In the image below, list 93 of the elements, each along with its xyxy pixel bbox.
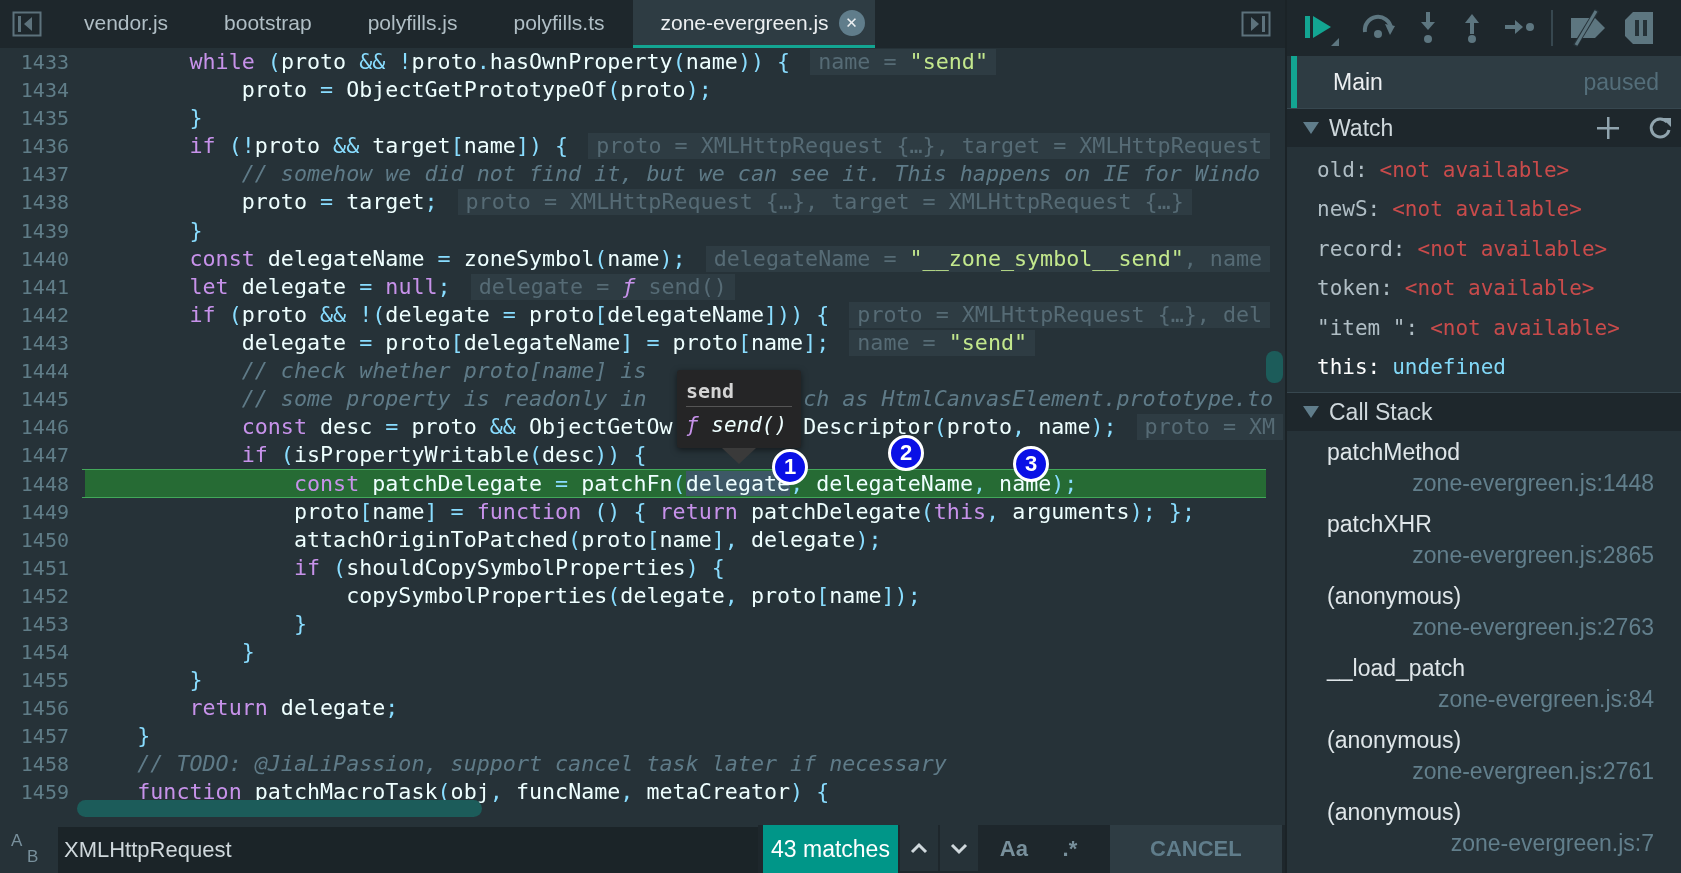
- line-number: 1455: [19, 667, 70, 695]
- line-number: 1444: [19, 358, 70, 386]
- code-line: delegate = proto[delegateName] = proto[name];: [240, 328, 830, 357]
- editor-tab[interactable]: vendor.js: [56, 0, 197, 48]
- stack-frame[interactable]: (anonymous) zone-evergreen.js:2763: [1287, 575, 1681, 647]
- code-line: if (isPropertyWritable(desc)) {: [240, 441, 647, 470]
- step-marker: 2: [888, 435, 924, 471]
- code-line: }: [188, 104, 203, 133]
- editor-tab[interactable]: polyfills.ts: [485, 0, 633, 48]
- refresh-icon[interactable]: [1647, 115, 1673, 141]
- line-number: 1435: [19, 105, 70, 133]
- code-line: proto = target;: [240, 188, 438, 217]
- code-line: if (shouldCopySymbolProperties) {: [292, 553, 725, 582]
- code-line: const desc = proto && ObjectGetOw: [240, 413, 673, 442]
- line-number: 1459: [19, 779, 70, 807]
- line-number: 1436: [19, 133, 70, 161]
- line-number: 1458: [19, 751, 70, 779]
- toggle-panel-icon[interactable]: [1241, 11, 1271, 37]
- code-line: }: [240, 637, 255, 666]
- code-line: }: [188, 666, 203, 695]
- code-line: proto[name] = function () { return patchDelegate(this, arguments); };: [292, 497, 1195, 526]
- code-line: copySymbolProperties(delegate, proto[name]);: [345, 581, 921, 610]
- line-number: 1446: [19, 414, 70, 442]
- code-line: if (proto && !(delegate = proto[delegateName])) {: [188, 300, 830, 329]
- code-line: if (!proto && target[name]) {: [188, 132, 569, 161]
- line-number: 1449: [19, 498, 70, 526]
- stack-frame[interactable]: __load_patch zone-evergreen.js:84: [1287, 647, 1681, 719]
- code-line: }: [188, 216, 203, 245]
- code-line: // check whether proto[name] is: [240, 357, 647, 386]
- watch-value: <not available>: [1392, 197, 1582, 222]
- line-number: 1445: [19, 386, 70, 414]
- line-number: 1443: [19, 329, 70, 357]
- next-match-icon[interactable]: [939, 825, 978, 871]
- code-line: return delegate;: [188, 694, 399, 723]
- code-line: const delegateName = zoneSymbol(name);: [188, 244, 686, 273]
- stack-frame[interactable]: patchMethod zone-evergreen.js:1448: [1287, 431, 1681, 503]
- line-number: 1451: [19, 554, 70, 582]
- line-number: 1450: [19, 526, 70, 554]
- stack-frame[interactable]: (anonymous) zone-evergreen.js:7: [1287, 791, 1681, 863]
- line-number: 1437: [19, 161, 70, 189]
- line-number: 1438: [19, 189, 70, 217]
- line-number: 1457: [19, 723, 70, 751]
- line-number: 1434: [19, 77, 70, 105]
- watch-value: <not available>: [1430, 315, 1620, 340]
- previous-match-icon[interactable]: [899, 825, 938, 871]
- regex-toggle[interactable]: .*: [1041, 825, 1098, 873]
- line-number: 1442: [19, 301, 70, 329]
- editor-tab[interactable]: polyfills.js: [339, 0, 486, 48]
- line-number: 1440: [19, 245, 70, 273]
- code-line: ch as HtmlCanvasElement.prototype.to: [803, 385, 1274, 414]
- call-stack-header[interactable]: Call Stack: [1329, 398, 1433, 426]
- code-line: attachOriginToPatched(proto[name], delegate);: [292, 525, 882, 554]
- editor-tab[interactable]: zone-evergreen.js ✕: [632, 0, 875, 48]
- watch-value: undefined: [1392, 355, 1506, 380]
- code-line: // somehow we did not find it, but we can see it. This happens on IE for Windo: [240, 160, 1261, 189]
- stack-frame[interactable]: (anonymous) zone-evergreen.js:2761: [1287, 719, 1681, 791]
- replace-toggle[interactable]: A B: [0, 825, 58, 873]
- match-count: 43 matches: [763, 825, 898, 873]
- close-button[interactable]: ✕: [838, 9, 865, 36]
- code-line: proto = ObjectGetPrototypeOf(proto);: [240, 76, 712, 105]
- watch-name: this:: [1317, 355, 1381, 380]
- code-line: // some property is readonly in: [240, 385, 647, 414]
- toggle-sidebar-icon[interactable]: [12, 11, 42, 37]
- line-number: 1456: [19, 695, 70, 723]
- watch-value: <not available>: [1417, 236, 1608, 261]
- watch-name: token:: [1317, 276, 1393, 301]
- stack-frame[interactable]: patchXHR zone-evergreen.js:2865: [1287, 503, 1681, 575]
- watch-name: old:: [1317, 157, 1368, 182]
- line-number: 1454: [19, 638, 70, 666]
- watch-name: record:: [1317, 236, 1406, 261]
- code-line: // TODO: @JiaLiPassion, support cancel task later if necessary: [136, 750, 947, 779]
- line-number: 1439: [19, 217, 70, 245]
- watch-name: newS:: [1317, 197, 1381, 222]
- line-number: 1453: [19, 610, 70, 638]
- watch-value: <not available>: [1404, 276, 1595, 301]
- tooltip-title: send: [686, 376, 792, 407]
- watch-value: <not available>: [1379, 157, 1570, 182]
- line-number: 1441: [19, 273, 70, 301]
- code-line: while (proto && !proto.hasOwnProperty(name)) {: [188, 48, 791, 76]
- editor-tab[interactable]: bootstrap: [196, 0, 340, 48]
- line-number: 1452: [19, 582, 70, 610]
- watch-header[interactable]: Watch: [1329, 114, 1394, 142]
- code-line: let delegate = null;: [188, 272, 451, 301]
- match-case-toggle[interactable]: Aa: [985, 825, 1042, 873]
- code-line: }: [292, 609, 307, 638]
- watch-name: "item ":: [1317, 315, 1419, 340]
- line-number: 1447: [19, 442, 70, 470]
- line-number: 1433: [19, 49, 70, 76]
- tooltip-value: ƒ send(): [686, 412, 789, 439]
- add-icon[interactable]: [1595, 115, 1621, 141]
- search-input[interactable]: XMLHttpRequest: [58, 827, 758, 873]
- code-line: }: [136, 722, 151, 751]
- scrollbar-thumb[interactable]: [1266, 351, 1283, 383]
